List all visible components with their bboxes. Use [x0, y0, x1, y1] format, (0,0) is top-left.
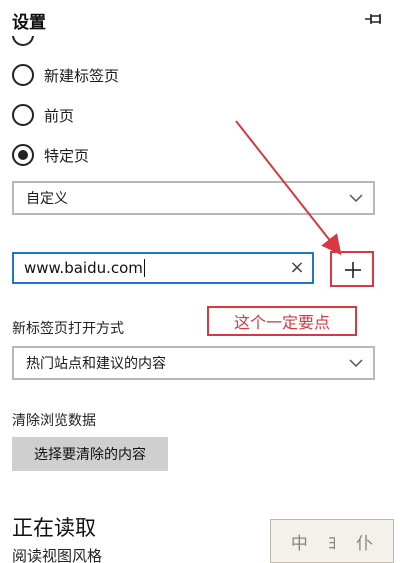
reading-subheading: 阅读视图风格 [12, 547, 103, 563]
text-caret [143, 259, 145, 277]
settings-panel: 设置 新建标签页 前页 特定页 自定义 www.baidu.com × 这个一定… [0, 0, 400, 563]
radio-specific-page[interactable]: 特定页 [12, 144, 89, 166]
watermark-char: 中 [290, 533, 308, 554]
select-value: 自定义 [26, 191, 68, 207]
chevron-down-icon [349, 194, 363, 203]
reading-heading: 正在读取 [12, 516, 96, 540]
radio-partial [12, 36, 34, 46]
radio-circle-checked[interactable] [12, 144, 34, 166]
add-page-button[interactable] [330, 251, 374, 287]
radio-label: 前页 [44, 106, 75, 125]
url-value: www.baidu.com [24, 259, 143, 277]
plus-icon [345, 262, 361, 278]
watermark-logo: 中 ﾖ 仆 [270, 519, 394, 563]
chevron-down-icon [349, 359, 363, 368]
radio-label: 新建标签页 [44, 66, 120, 85]
radio-label: 特定页 [44, 146, 90, 165]
specific-page-select[interactable]: 自定义 [12, 181, 375, 215]
clear-data-label: 清除浏览数据 [12, 413, 96, 429]
pin-icon[interactable] [364, 12, 384, 26]
choose-clear-button[interactable]: 选择要清除的内容 [12, 437, 168, 471]
annotation-callout: 这个一定要点 [207, 306, 357, 336]
watermark-char: 仆 [356, 533, 374, 554]
radio-circle[interactable] [12, 64, 34, 86]
radio-circle[interactable] [12, 104, 34, 126]
new-tab-select[interactable]: 热门站点和建议的内容 [12, 346, 375, 380]
page-title: 设置 [12, 13, 46, 33]
radio-new-tab[interactable]: 新建标签页 [12, 64, 119, 86]
select-value: 热门站点和建议的内容 [26, 356, 166, 372]
radio-previous-pages[interactable]: 前页 [12, 104, 74, 126]
new-tab-label: 新标签页打开方式 [12, 321, 124, 337]
watermark-char: ﾖ [327, 533, 337, 554]
close-icon[interactable]: × [288, 259, 306, 277]
url-input[interactable]: www.baidu.com [12, 252, 314, 284]
